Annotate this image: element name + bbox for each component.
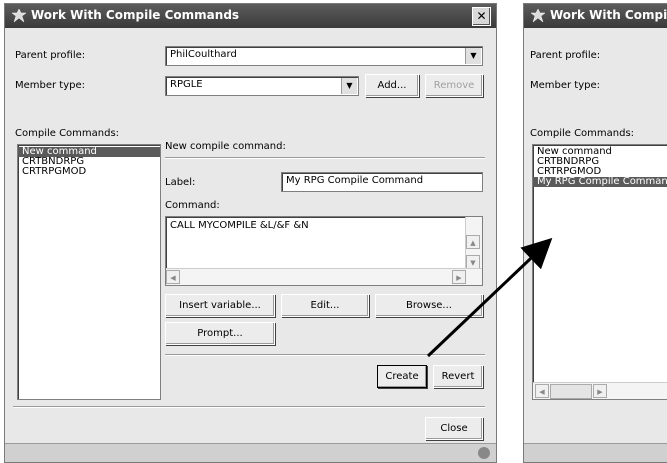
- member-type-value: RPGLE: [170, 79, 203, 90]
- horizontal-scrollbar[interactable]: ◀ ▶: [166, 268, 482, 285]
- compile-commands-label: Compile Commands:: [15, 128, 120, 139]
- status-bar: [524, 443, 667, 462]
- create-button[interactable]: Create: [377, 365, 427, 388]
- prompt-label: Prompt...: [197, 328, 243, 339]
- close-button[interactable]: Close: [425, 417, 483, 440]
- compile-commands-list[interactable]: New command CRTBNDRPG CRTRPGMOD: [17, 144, 161, 400]
- list-item[interactable]: CRTRPGMOD: [18, 167, 160, 177]
- add-button[interactable]: Add...: [365, 74, 419, 97]
- app-icon: [530, 8, 546, 23]
- prompt-button[interactable]: Prompt...: [165, 322, 275, 345]
- label-input[interactable]: My RPG Compile Command: [281, 172, 483, 192]
- parent-profile-label: Parent profile:: [15, 50, 86, 61]
- scroll-down-icon[interactable]: ▼: [466, 255, 480, 269]
- command-value: CALL MYCOMPILE &L/&F &N: [170, 220, 309, 231]
- parent-profile-combo[interactable]: PhilCoulthard ▼: [165, 46, 483, 66]
- new-compile-command-label: New compile command:: [165, 141, 286, 152]
- member-type-label: Member type:: [15, 80, 86, 91]
- dialog-titlebar[interactable]: Work With Compile Commands ✕: [5, 4, 496, 28]
- scroll-left-icon[interactable]: ◀: [166, 270, 180, 284]
- horizontal-scrollbar[interactable]: ◀ ▶: [533, 382, 667, 399]
- compile-commands-dialog-after: Work With Compile Parent profile: Member…: [523, 3, 667, 463]
- browse-label: Browse...: [406, 300, 452, 311]
- chevron-down-icon[interactable]: ▼: [465, 48, 481, 64]
- compile-commands-list[interactable]: New command CRTBNDRPG CRTRPGMOD My RPG C…: [532, 144, 667, 400]
- edit-label: Edit...: [310, 300, 340, 311]
- divider: [13, 406, 485, 408]
- compile-commands-label: Compile Commands:: [530, 128, 635, 139]
- scroll-thumb[interactable]: [550, 384, 592, 399]
- dialog-title: Work With Compile Commands: [31, 8, 240, 22]
- label-label: Label:: [165, 177, 196, 188]
- status-bar: [5, 443, 496, 462]
- dialog-titlebar[interactable]: Work With Compile: [524, 4, 667, 28]
- scroll-left-icon[interactable]: ◀: [535, 384, 549, 398]
- resize-grip-icon[interactable]: [478, 447, 490, 459]
- command-textarea[interactable]: CALL MYCOMPILE &L/&F &N ▲ ▼ ◀ ▶: [165, 216, 483, 286]
- insert-variable-label: Insert variable...: [179, 300, 261, 311]
- divider: [165, 354, 485, 356]
- command-label: Command:: [165, 200, 220, 211]
- revert-button[interactable]: Revert: [433, 365, 483, 388]
- member-type-label: Member type:: [530, 80, 601, 91]
- label-value: My RPG Compile Command: [286, 175, 424, 186]
- vertical-scrollbar[interactable]: ▲ ▼: [465, 217, 482, 269]
- browse-button[interactable]: Browse...: [375, 294, 483, 317]
- list-item[interactable]: My RPG Compile Command: [533, 177, 667, 187]
- dialog-title: Work With Compile: [550, 8, 667, 22]
- scroll-up-icon[interactable]: ▲: [466, 235, 480, 249]
- compile-commands-dialog: Work With Compile Commands ✕ Parent prof…: [4, 3, 497, 463]
- insert-variable-button[interactable]: Insert variable...: [165, 294, 275, 317]
- edit-button[interactable]: Edit...: [281, 294, 369, 317]
- member-type-combo[interactable]: RPGLE ▼: [165, 76, 359, 96]
- chevron-down-icon[interactable]: ▼: [341, 78, 357, 94]
- parent-profile-value: PhilCoulthard: [170, 49, 237, 60]
- parent-profile-label: Parent profile:: [530, 50, 601, 61]
- scroll-right-icon[interactable]: ▶: [452, 270, 466, 284]
- divider: [165, 157, 485, 159]
- scroll-right-icon[interactable]: ▶: [593, 384, 607, 398]
- close-icon[interactable]: ✕: [472, 7, 491, 26]
- app-icon: [11, 8, 27, 23]
- remove-button[interactable]: Remove: [425, 74, 483, 97]
